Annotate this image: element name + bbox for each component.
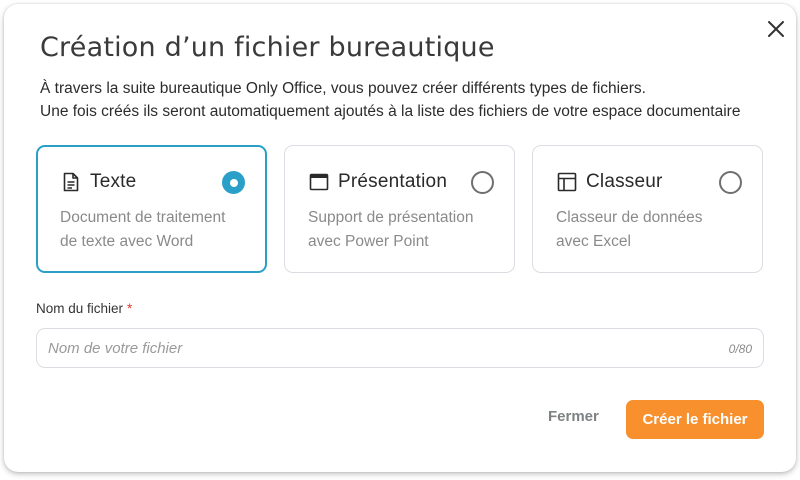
description-line-1: À travers la suite bureautique Only Offi… [40,80,646,97]
window-icon [308,171,330,193]
dialog-title: Création d’un fichier bureautique [40,32,495,63]
file-type-desc-line: avec Power Point [308,233,429,250]
radio-presentation[interactable] [471,171,494,194]
file-type-label: Présentation [338,171,448,192]
close-button[interactable] [764,17,788,41]
filename-label: Nom du fichier * [36,301,132,316]
file-type-card-presentation[interactable]: Présentation Support de présentation ave… [284,145,515,273]
file-type-label: Classeur [586,171,663,192]
cancel-button[interactable]: Fermer [548,408,599,425]
file-type-desc-line: Classeur de données [556,209,703,226]
create-file-button[interactable]: Créer le fichier [626,400,764,439]
file-type-description: Classeur de données avec Excel [556,206,746,254]
file-type-desc-line: avec Excel [556,233,631,250]
filename-label-text: Nom du fichier [36,301,124,316]
file-type-label: Texte [90,171,137,192]
file-type-desc-line: Support de présentation [308,209,474,226]
filename-input[interactable] [37,329,763,367]
description-line-2: Une fois créés ils seront automatiquemen… [40,103,741,120]
close-icon [768,21,784,37]
file-type-description: Support de présentation avec Power Point [308,206,498,254]
filename-field: 0/80 [36,328,764,368]
file-type-desc-line: de texte avec Word [60,233,194,250]
file-type-desc-line: Document de traitement [60,209,226,226]
document-icon [60,171,82,193]
spreadsheet-icon [556,171,578,193]
dialog-description: À travers la suite bureautique Only Offi… [40,77,780,123]
file-type-card-classeur[interactable]: Classeur Classeur de données avec Excel [532,145,763,273]
character-counter: 0/80 [728,342,752,356]
file-type-description: Document de traitement de texte avec Wor… [60,206,250,254]
required-mark: * [127,301,133,316]
radio-texte[interactable] [222,171,245,194]
file-type-card-texte[interactable]: Texte Document de traitement de texte av… [36,145,267,273]
radio-classeur[interactable] [719,171,742,194]
